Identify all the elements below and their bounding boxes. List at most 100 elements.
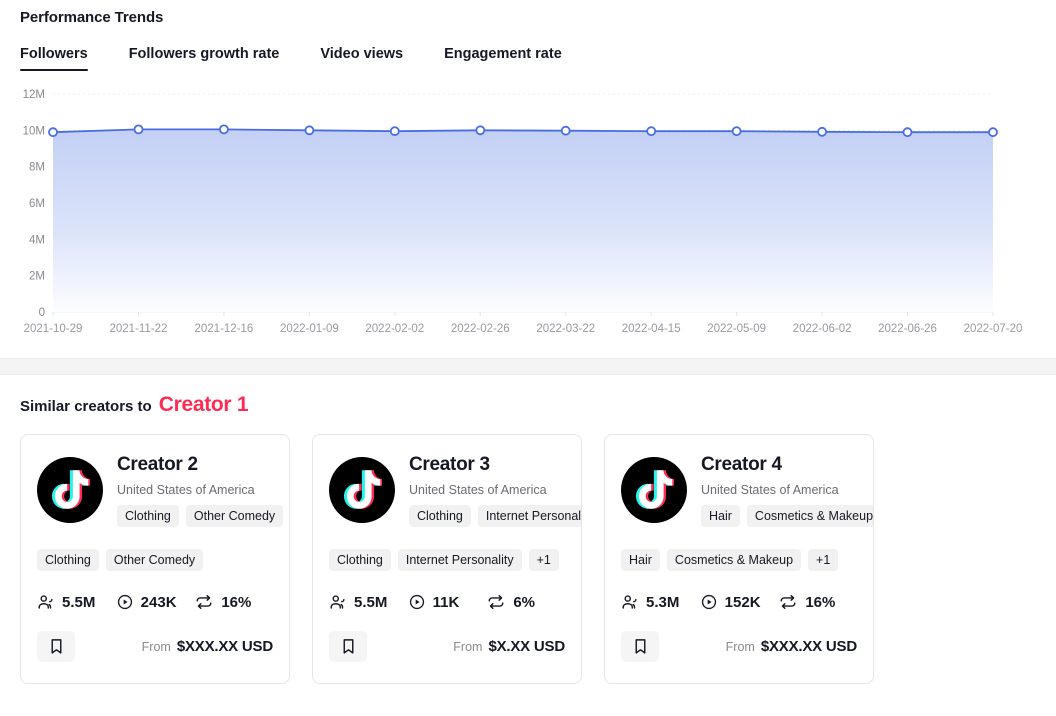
chart-y-tick-label: 6M [29,198,45,210]
stat-views-value: 243K [141,594,177,611]
chart-data-point[interactable] [904,128,912,136]
stat-engagement-value: 16% [805,594,835,611]
creator-country: United States of America [701,483,857,497]
creator-tag-more[interactable]: +1 [808,549,838,571]
chart-x-axis-labels: 2021-10-292021-11-222021-12-162022-01-09… [24,312,1023,335]
chart-x-tick-label: 2021-10-29 [24,323,83,335]
chart-data-point[interactable] [220,125,228,133]
price-prefix: From [453,640,482,654]
creator-tag[interactable]: Hair [701,505,740,527]
tab-followers-label: Followers [20,46,88,62]
stat-followers-value: 5.5M [62,594,95,611]
chart-data-point[interactable] [733,127,741,135]
creator-tag[interactable]: Internet Personality [478,505,582,527]
creator-country: United States of America [117,483,273,497]
stat-views: 243K [116,593,195,611]
creator-tag-row: Hair Cosmetics & Makeup +1 [621,549,857,571]
creator-stats: 5.5M 243K 16% [37,593,273,611]
price-prefix: From [142,640,171,654]
bookmark-button[interactable] [329,631,367,662]
creator-tag[interactable]: Hair [621,549,660,571]
stat-followers: 5.5M [329,593,408,611]
chart-data-point[interactable] [49,128,57,136]
creator-tag-row-overflow: Clothing Other Comedy [117,505,273,527]
creator-name: Creator 4 [701,454,857,476]
creator-tag[interactable]: Clothing [329,549,391,571]
chart-area-fill [53,129,993,312]
stat-views: 11K [408,593,487,611]
creator-card-header: Creator 3 United States of America Cloth… [329,451,565,527]
chart-y-axis-labels: 12M10M8M6M4M2M0 [23,89,45,319]
chart-y-tick-label: 12M [23,89,45,101]
creator-card-footer: From $XXX.XX USD [621,631,857,662]
chart-data-point[interactable] [476,126,484,134]
chart-data-point[interactable] [818,128,826,136]
chart-x-tick-label: 2021-12-16 [194,323,253,335]
chart-x-tick-label: 2022-04-15 [622,323,681,335]
creator-tag[interactable]: Other Comedy [106,549,203,571]
users-icon [621,593,639,611]
play-circle-icon [408,593,426,611]
tab-video-views-label: Video views [320,46,403,62]
chart-data-point[interactable] [391,127,399,135]
tab-followers[interactable]: Followers [20,46,88,71]
chart-data-point[interactable] [989,128,997,136]
creator-tag[interactable]: Internet Personality [398,549,522,571]
creator-card-footer: From $X.XX USD [329,631,565,662]
tab-engagement-rate[interactable]: Engagement rate [444,46,562,71]
creator-name: Creator 2 [117,454,273,476]
creator-card[interactable]: Creator 3 United States of America Cloth… [312,434,582,684]
bookmark-icon [341,638,356,655]
users-icon [329,593,347,611]
chart-x-tick-label: 2022-06-02 [793,323,852,335]
tab-followers-growth-rate[interactable]: Followers growth rate [129,46,280,71]
chart-y-tick-label: 4M [29,234,45,246]
creator-identity: Creator 4 United States of America Hair … [701,451,857,527]
creator-identity: Creator 2 United States of America Cloth… [117,451,273,527]
creator-identity: Creator 3 United States of America Cloth… [409,451,565,527]
section-divider [0,358,1056,375]
repost-icon [194,593,214,611]
stat-followers: 5.5M [37,593,116,611]
bookmark-button[interactable] [37,631,75,662]
creator-tag[interactable]: Clothing [37,549,99,571]
avatar [621,457,687,523]
creator-tag[interactable]: Other Comedy [186,505,283,527]
chart-data-point[interactable] [562,127,570,135]
creator-stats: 5.5M 11K 6% [329,593,565,611]
repost-icon [778,593,798,611]
price-value: $X.XX USD [488,638,565,655]
creator-tag[interactable]: Clothing [409,505,471,527]
chart-data-point[interactable] [305,126,313,134]
chart-x-tick-label: 2022-02-26 [451,323,510,335]
chart-x-tick-label: 2022-02-02 [365,323,424,335]
followers-area-chart[interactable]: 12M10M8M6M4M2M0 2021-10-292021-11-222021… [0,85,1056,345]
creator-tag[interactable]: Clothing [117,505,179,527]
creator-tag[interactable]: Cosmetics & Makeup [747,505,874,527]
creator-tag[interactable]: Cosmetics & Makeup [667,549,801,571]
creator-card[interactable]: Creator 2 United States of America Cloth… [20,434,290,684]
chart-x-tick-label: 2022-07-20 [964,323,1023,335]
chart-data-point[interactable] [135,125,143,133]
stat-engagement: 6% [486,593,565,611]
creator-name: Creator 3 [409,454,565,476]
chart-y-tick-label: 0 [39,307,45,319]
tab-video-views[interactable]: Video views [320,46,403,71]
creator-tag-row-overflow: Clothing Internet Personality [409,505,565,527]
creator-card-header: Creator 4 United States of America Hair … [621,451,857,527]
creator-tag-row: Clothing Other Comedy [37,549,273,571]
chart-data-point[interactable] [647,127,655,135]
creator-tag-more[interactable]: +1 [529,549,559,571]
price-prefix: From [726,640,755,654]
price-value: $XXX.XX USD [761,638,857,655]
stat-followers-value: 5.5M [354,594,387,611]
similar-creators-label: Similar creators to [20,398,152,415]
creator-card[interactable]: Creator 4 United States of America Hair … [604,434,874,684]
creator-card-header: Creator 2 United States of America Cloth… [37,451,273,527]
users-icon [37,593,55,611]
tab-followers-growth-rate-label: Followers growth rate [129,46,280,62]
chart-x-tick-label: 2022-05-09 [707,323,766,335]
similar-creators-heading: Similar creators to Creator 1 [0,375,1056,417]
stat-views-value: 11K [433,594,460,611]
bookmark-button[interactable] [621,631,659,662]
